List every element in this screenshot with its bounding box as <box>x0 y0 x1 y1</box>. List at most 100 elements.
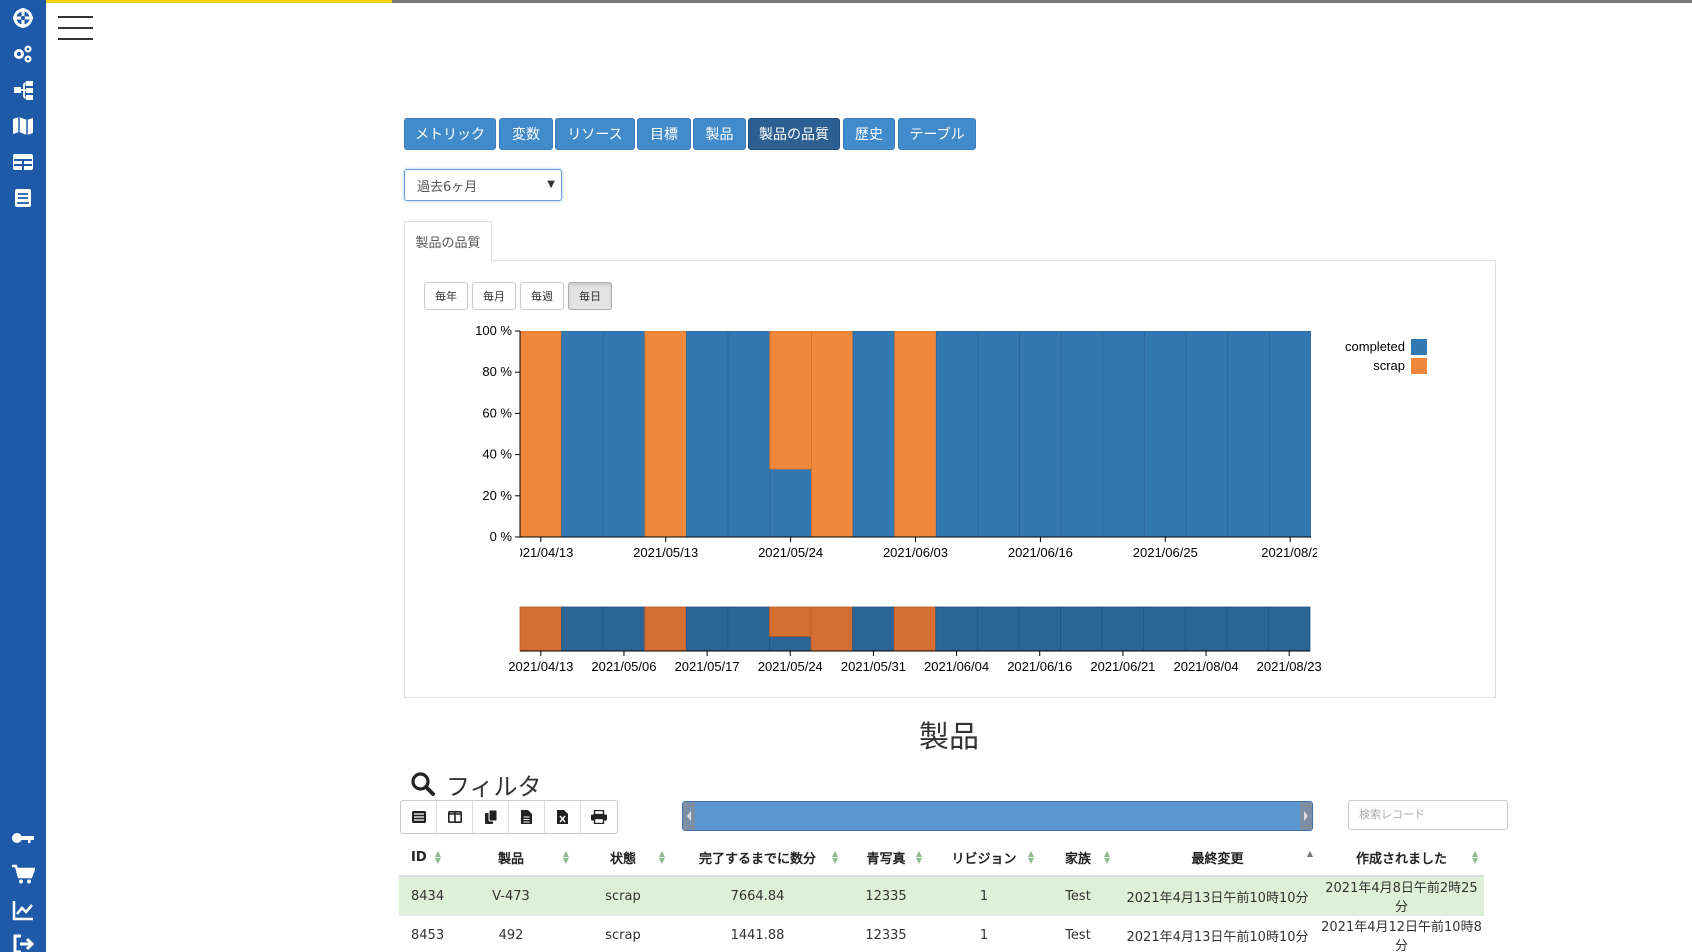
legend-swatch <box>1411 358 1427 374</box>
cell-revision: 1 <box>928 915 1040 952</box>
sort-icon: ▲ ▼ <box>562 849 569 865</box>
bar-scrap <box>644 331 687 537</box>
cell-product: V-473 <box>447 876 575 916</box>
sort-icon: ▲ ▼ <box>915 849 922 865</box>
search-input[interactable] <box>1348 800 1508 830</box>
cell-created: 2021年4月8日午前2時25分 <box>1319 876 1484 916</box>
col-header-label: 青写真 <box>866 852 906 867</box>
tab-goals[interactable]: 目標 <box>637 118 691 150</box>
table-icon[interactable] <box>11 150 35 174</box>
crosshair-icon[interactable] <box>11 6 35 30</box>
tab-history[interactable]: 歴史 <box>843 118 895 150</box>
sign-out-icon[interactable] <box>11 932 35 952</box>
menu-toggle-icon[interactable] <box>58 14 94 42</box>
export-toolbar <box>400 800 618 834</box>
cell-minutes: 1441.88 <box>671 915 844 952</box>
overview-x-tick-label: 2021/05/24 <box>758 659 823 674</box>
tab-table[interactable]: テーブル <box>898 118 976 150</box>
book-icon[interactable] <box>11 186 35 210</box>
sort-icon: ▲ ▼ <box>658 849 665 865</box>
key-icon[interactable] <box>11 826 35 850</box>
list-view-button[interactable] <box>401 801 437 833</box>
col-header-revision[interactable]: リビジョン ▲ ▼ <box>928 840 1040 877</box>
sort-icon: ▲ ▼ <box>434 849 441 865</box>
bar-completed <box>1060 331 1104 537</box>
bar-scrap <box>894 331 937 537</box>
cell-created: 2021年4月12日午前10時8分 <box>1319 915 1484 952</box>
overview-bar-completed <box>1143 606 1186 652</box>
overview-bar-completed <box>561 606 604 652</box>
overview-x-tick-label: 2021/05/31 <box>841 659 906 674</box>
print-button[interactable] <box>581 801 617 833</box>
table-row[interactable]: 8453 492 scrap 1441.88 12335 1 Test 2021… <box>399 915 1484 952</box>
csv-export-button[interactable] <box>509 801 545 833</box>
list-icon <box>411 811 426 823</box>
x-tick-label: 2021/04/13 <box>508 545 573 560</box>
col-header-id[interactable]: ID ▲ ▼ <box>399 840 447 877</box>
cell-status: scrap <box>575 876 671 916</box>
cart-icon[interactable] <box>11 862 36 886</box>
col-header-minutes[interactable]: 完了するまでに数分 ▲ ▼ <box>671 840 844 877</box>
panel-tab-product-quality[interactable]: 製品の品質 <box>404 221 492 261</box>
col-header-label: 家族 <box>1064 852 1091 867</box>
x-tick-label: 2021/05/13 <box>633 545 698 560</box>
col-header-blueprint[interactable]: 青写真 ▲ ▼ <box>844 840 928 877</box>
table-row[interactable]: 8434 V-473 scrap 7664.84 12335 1 Test 20… <box>399 876 1484 916</box>
cogs-icon[interactable] <box>11 42 35 66</box>
y-tick-label: 60 % <box>482 405 512 420</box>
overview-bar-completed <box>852 606 895 652</box>
sort-asc-icon: ▲ <box>1306 849 1313 858</box>
col-header-label: 製品 <box>497 852 524 867</box>
overview-bar-completed <box>976 606 1020 652</box>
cell-family: Test <box>1040 915 1116 952</box>
sort-icon: ▲ ▼ <box>1103 849 1110 865</box>
cell-family: Test <box>1040 876 1116 916</box>
overview-bar-completed <box>1018 606 1061 652</box>
excel-export-button[interactable] <box>545 801 581 833</box>
col-header-product[interactable]: 製品 ▲ ▼ <box>447 840 575 877</box>
bar-completed <box>1102 331 1145 537</box>
col-header-family[interactable]: 家族 ▲ ▼ <box>1040 840 1116 877</box>
scroll-left-handle[interactable] <box>683 802 695 830</box>
tab-products[interactable]: 製品 <box>693 118 746 150</box>
sidebar <box>0 0 46 952</box>
overview-bar-scrap <box>769 606 812 637</box>
tab-variables[interactable]: 変数 <box>499 118 553 150</box>
col-header-label: 完了するまでに数分 <box>698 852 816 867</box>
tab-product-quality[interactable]: 製品の品質 <box>748 118 840 150</box>
col-header-status[interactable]: 状態 ▲ ▼ <box>575 840 671 877</box>
col-header-created[interactable]: 作成されました ▲ ▼ <box>1319 840 1484 877</box>
copy-button[interactable] <box>473 801 509 833</box>
overview-x-tick-label: 2021/06/21 <box>1090 659 1155 674</box>
overview-bar-scrap <box>644 606 687 652</box>
period-select[interactable]: 過去6ヶ月 ▼ <box>404 169 562 201</box>
tab-resources[interactable]: リソース <box>555 118 635 150</box>
overview-bar-scrap <box>893 606 937 652</box>
cell-id: 8434 <box>399 876 447 916</box>
sitemap-icon[interactable] <box>11 78 35 102</box>
cell-minutes: 7664.84 <box>671 876 844 916</box>
sort-icon: ▲ ▼ <box>831 849 838 865</box>
x-tick-label: 2021/05/24 <box>758 545 823 560</box>
legend-swatch <box>1411 339 1427 355</box>
scroll-right-handle[interactable] <box>1300 802 1312 830</box>
column-scrollbar[interactable] <box>682 801 1313 831</box>
file-excel-icon <box>557 810 568 824</box>
filter-toggle[interactable]: フィルタ <box>410 768 542 801</box>
x-tick-label: 2021/08/2 <box>1261 545 1319 560</box>
overview-x-tick-label: 2021/05/17 <box>675 659 740 674</box>
filter-label: フィルタ <box>446 772 542 801</box>
cell-product: 492 <box>447 915 575 952</box>
columns-button[interactable] <box>437 801 473 833</box>
cell-last-modified: 2021年4月13日午前10時10分 <box>1116 915 1319 952</box>
bar-completed <box>686 331 729 537</box>
map-icon[interactable] <box>11 114 35 138</box>
overview-bar-completed <box>1268 606 1311 652</box>
table-header-row: ID ▲ ▼ 製品 ▲ ▼ 状態 ▲ ▼ 完了するまでに数分 ▲ ▼ 青写真 ▲ ▼ リビジョン ▲ ▼… <box>399 840 1484 877</box>
col-header-label: 状態 <box>609 852 636 867</box>
chart-line-icon[interactable] <box>11 898 35 922</box>
tab-metrics[interactable]: メトリック <box>404 118 496 150</box>
col-header-last-modified[interactable]: 最終変更 ▲ <box>1116 840 1319 877</box>
cell-blueprint: 12335 <box>844 876 928 916</box>
overview-bar-completed <box>769 636 812 652</box>
